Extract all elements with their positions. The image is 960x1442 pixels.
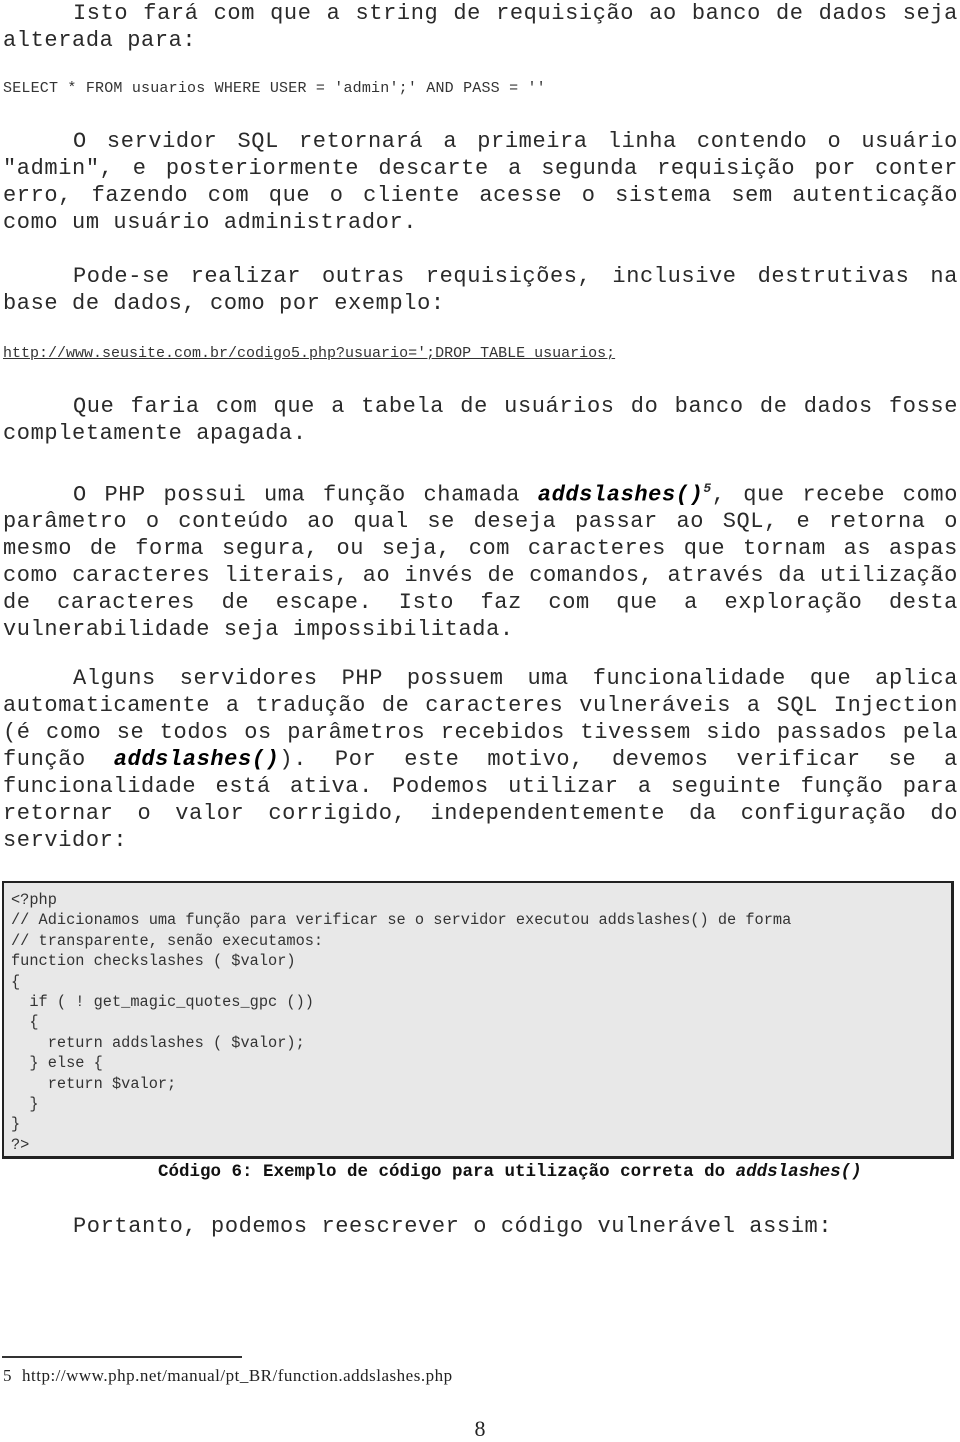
code-line: return $valor; — [11, 1074, 177, 1093]
code-line: } — [11, 1115, 21, 1134]
page-number: 8 — [474, 1416, 486, 1441]
code-line: return addslashes ( $valor); — [11, 1033, 305, 1052]
sql-query-example: SELECT * FROM usuarios WHERE USER = 'adm… — [3, 80, 546, 97]
footnote-number: 5 — [3, 1366, 12, 1385]
code-line: ?> — [11, 1135, 30, 1154]
paragraph-text: O PHP possui uma função chamada — [73, 482, 538, 508]
paragraph-magic-quotes: Alguns servidores PHP possuem uma funcio… — [3, 665, 958, 854]
code-line: function checkslashes ( $valor) — [11, 952, 296, 971]
code-block: <?php // Adicionamos uma função para ver… — [2, 881, 954, 1159]
paragraph-text: Que faria com que a tabela de usuários d… — [3, 394, 958, 446]
caption-function-name: addslashes() — [735, 1162, 862, 1182]
code-caption: Código 6: Exemplo de código para utiliza… — [158, 1162, 862, 1182]
paragraph-destructive-requests: Pode-se realizar outras requisições, inc… — [3, 263, 958, 317]
function-name: addslashes() — [113, 747, 280, 772]
footnote-reference[interactable]: 5 — [703, 481, 711, 496]
code-line: } else { — [11, 1054, 103, 1073]
code-line: <?php — [11, 891, 57, 909]
paragraph-server-response: O servidor SQL retornará a primeira linh… — [3, 128, 958, 236]
paragraph-table-deleted: Que faria com que a tabela de usuários d… — [3, 393, 958, 447]
paragraph-query-change: Isto fará com que a string de requisição… — [3, 0, 958, 54]
function-name: addslashes() — [537, 482, 704, 508]
paragraph-text: Isto fará com que a string de requisição… — [3, 1, 958, 53]
code-line: { — [11, 1013, 39, 1032]
paragraph-rewrite: Portanto, podemos reescrever o código vu… — [3, 1213, 958, 1240]
paragraph-text: Pode-se realizar outras requisições, inc… — [3, 264, 958, 316]
footnote-link[interactable]: http://www.php.net/manual/pt_BR/function… — [22, 1366, 453, 1385]
code-line: // Adicionamos uma função para verificar… — [11, 911, 792, 930]
code-line: // transparente, senão executamos: — [11, 931, 324, 950]
paragraph-text: Portanto, podemos reescrever o código vu… — [73, 1214, 833, 1239]
code-line: } — [11, 1095, 39, 1114]
example-url-link[interactable]: http://www.seusite.com.br/codigo5.php?us… — [3, 345, 615, 362]
footnote-divider — [2, 1356, 242, 1358]
footnote: 5 http://www.php.net/manual/pt_BR/functio… — [3, 1366, 453, 1386]
paragraph-addslashes-intro: O PHP possui uma função chamada addslash… — [3, 475, 958, 643]
caption-text: Código 6: Exemplo de código para utiliza… — [158, 1162, 736, 1182]
paragraph-text: O servidor SQL retornará a primeira linh… — [3, 129, 958, 235]
code-line: { — [11, 972, 21, 991]
code-line: if ( ! get_magic_quotes_gpc ()) — [11, 993, 314, 1012]
